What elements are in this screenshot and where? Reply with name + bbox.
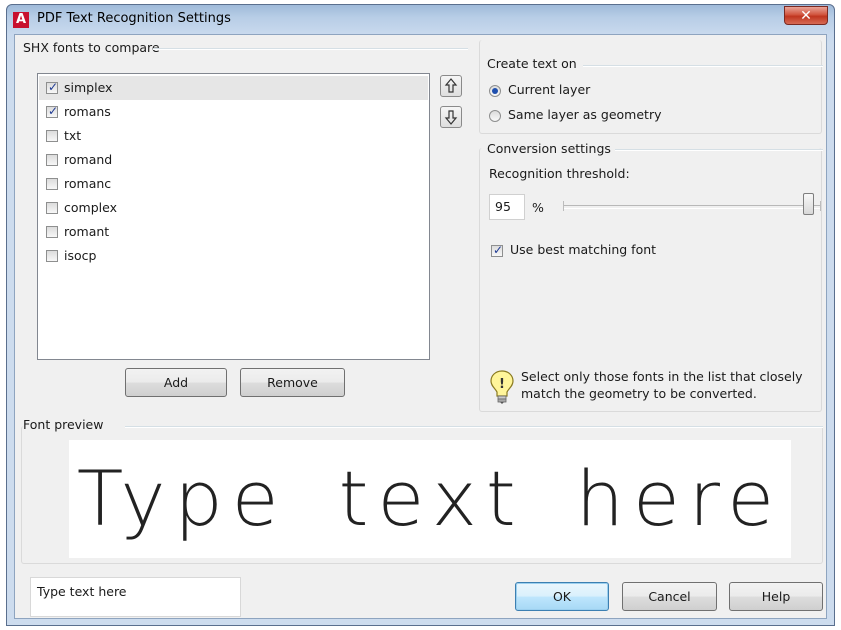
font-item-label: romant: [64, 224, 110, 239]
dialog-client-area: SHX fonts to compare ✓ simplex ✓ romans …: [14, 34, 827, 619]
move-up-button[interactable]: [440, 75, 462, 97]
best-match-label[interactable]: Use best matching font: [510, 242, 656, 257]
remove-button[interactable]: Remove: [240, 368, 345, 397]
title-bar[interactable]: A PDF Text Recognition Settings ✕: [7, 5, 834, 33]
font-checkbox[interactable]: ✓: [46, 202, 58, 214]
preview-group-label: Font preview: [23, 417, 104, 432]
check-mark-icon: ✓: [48, 104, 59, 118]
create-text-divider: [583, 65, 823, 67]
move-down-button[interactable]: [440, 106, 462, 128]
window-title: PDF Text Recognition Settings: [37, 11, 231, 26]
radio-dot-icon: [492, 88, 498, 94]
font-item-label: romand: [64, 152, 113, 167]
best-match-checkbox[interactable]: ✓: [491, 243, 504, 257]
current-layer-label[interactable]: Current layer: [508, 82, 590, 97]
font-checkbox[interactable]: ✓: [46, 130, 58, 142]
font-checkbox[interactable]: ✓: [46, 154, 58, 166]
font-item-label: complex: [64, 200, 117, 215]
fonts-group-label: SHX fonts to compare: [23, 40, 160, 55]
list-item[interactable]: ✓ isocp: [39, 244, 428, 268]
font-checkbox[interactable]: ✓: [46, 226, 58, 238]
threshold-unit: %: [532, 200, 544, 215]
preview-divider: [125, 426, 823, 428]
check-mark-icon: ✓: [493, 243, 504, 257]
list-item[interactable]: ✓ simplex: [39, 76, 428, 100]
list-item[interactable]: ✓ txt: [39, 124, 428, 148]
shx-font-list[interactable]: ✓ simplex ✓ romans ✓ txt ✓ romand ✓ roma…: [37, 73, 430, 360]
same-layer-label[interactable]: Same layer as geometry: [508, 107, 662, 122]
help-button[interactable]: Help: [729, 582, 823, 611]
autocad-logo-icon: A: [13, 12, 29, 28]
dialog-window: A PDF Text Recognition Settings ✕ SHX fo…: [6, 4, 835, 626]
threshold-input[interactable]: 95: [489, 194, 525, 220]
font-checkbox[interactable]: ✓: [46, 250, 58, 262]
font-preview-box: Type text here: [69, 440, 791, 558]
current-layer-radio[interactable]: [489, 85, 501, 97]
font-item-label: simplex: [64, 80, 113, 95]
font-preview-text: Type text here: [76, 454, 784, 543]
list-item[interactable]: ✓ romant: [39, 220, 428, 244]
font-checkbox[interactable]: ✓: [46, 178, 58, 190]
list-item[interactable]: ✓ complex: [39, 196, 428, 220]
lightbulb-icon: !: [490, 370, 514, 404]
cancel-button[interactable]: Cancel: [622, 582, 717, 611]
check-mark-icon: ✓: [48, 80, 59, 94]
threshold-slider-thumb[interactable]: [803, 193, 814, 215]
add-button[interactable]: Add: [125, 368, 227, 397]
font-checkbox[interactable]: ✓: [46, 80, 59, 94]
threshold-slider-track[interactable]: [563, 205, 821, 209]
list-item[interactable]: ✓ romans: [39, 100, 428, 124]
threshold-label: Recognition threshold:: [489, 166, 630, 181]
list-item[interactable]: ✓ romand: [39, 148, 428, 172]
font-item-label: romanc: [64, 176, 112, 191]
conversion-divider: [615, 149, 823, 151]
conversion-group-label: Conversion settings: [487, 141, 611, 156]
font-checkbox[interactable]: ✓: [46, 104, 59, 118]
fonts-group-divider: [153, 48, 468, 50]
font-item-label: romans: [64, 104, 111, 119]
ok-button[interactable]: OK: [515, 582, 609, 611]
same-layer-radio[interactable]: [489, 110, 501, 122]
tip-text: Select only those fonts in the list that…: [521, 369, 803, 401]
arrow-down-outline-icon: [444, 110, 458, 125]
create-text-group-label: Create text on: [487, 56, 577, 71]
slider-tick: [563, 201, 564, 211]
svg-text:!: !: [499, 377, 505, 392]
arrow-up-outline-icon: [444, 78, 458, 93]
font-item-label: isocp: [64, 248, 97, 263]
close-button[interactable]: ✕: [784, 6, 828, 25]
font-item-label: txt: [64, 128, 82, 143]
list-item[interactable]: ✓ romanc: [39, 172, 428, 196]
slider-tick: [820, 201, 821, 211]
preview-text-input[interactable]: Type text here: [30, 577, 241, 617]
